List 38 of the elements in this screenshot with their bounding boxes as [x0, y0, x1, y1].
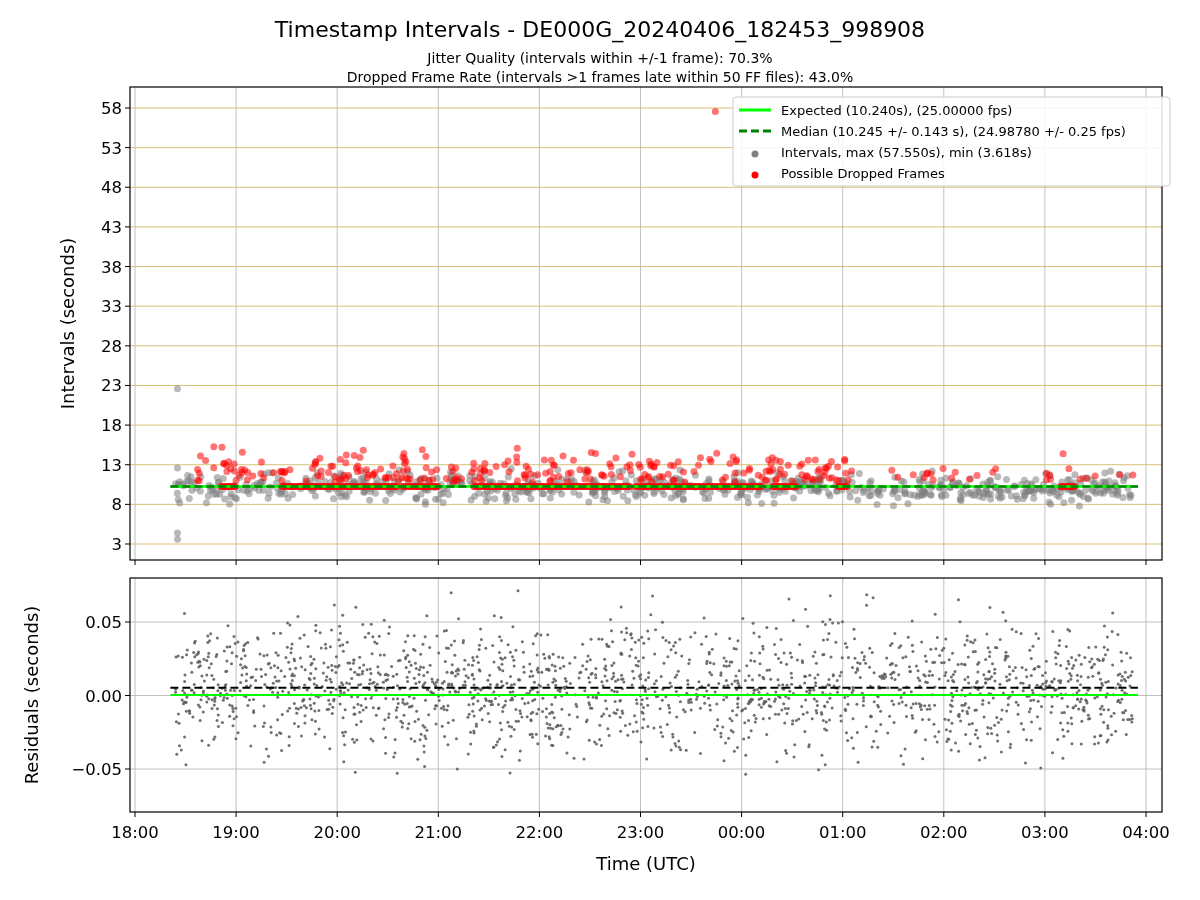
y-tick-label: −0.05: [71, 760, 122, 779]
y-tick-label: 3: [111, 535, 122, 554]
y-axis-label: Intervals (seconds): [57, 237, 78, 410]
legend-label: Median (10.245 +/- 0.143 s), (24.98780 +/- 0.25 fps): [781, 124, 1126, 139]
y-axis-label: Residuals (seconds): [21, 605, 42, 785]
y-tick-label: 18: [101, 416, 122, 436]
x-tick-label: 20:00: [313, 823, 361, 842]
y-tick-label: 38: [101, 257, 122, 277]
legend-label: Intervals, max (57.550s), min (3.618s): [781, 145, 1032, 160]
y-tick-label: 28: [101, 336, 122, 356]
x-tick-label: 01:00: [818, 823, 867, 842]
x-tick-label: 23:00: [616, 823, 665, 842]
x-tick-label: 03:00: [1021, 823, 1069, 842]
x-tick-label: 00:00: [717, 823, 766, 842]
y-tick-label: 8: [111, 495, 122, 515]
y-tick-label: 43: [101, 217, 122, 237]
legend-label: Possible Dropped Frames: [781, 166, 945, 181]
y-tick-label: 53: [101, 138, 122, 158]
outlier-point: [173, 385, 181, 393]
x-tick-label: 19:00: [212, 823, 260, 842]
x-tick-label: 21:00: [414, 823, 463, 842]
x-tick-label: 02:00: [920, 823, 968, 842]
x-axis-label: Time (UTC): [596, 853, 696, 874]
outlier-point: [711, 108, 719, 116]
figure-subtitle: Jitter Quality (intervals within +/-1 frame): 70.3%: [427, 50, 773, 66]
x-tick-label: 04:00: [1122, 823, 1170, 842]
y-tick-label: 58: [101, 99, 122, 118]
y-tick-label: 0.05: [85, 613, 122, 632]
y-tick-label: 33: [101, 297, 122, 317]
legend-label: Expected (10.240s), (25.00000 fps): [781, 103, 1013, 118]
y-tick-label: 0.00: [85, 686, 122, 706]
y-tick-label: 13: [101, 455, 122, 475]
figure-subtitle: Dropped Frame Rate (intervals >1 frames late within 50 FF files): 43.0%: [346, 69, 854, 85]
y-tick-label: 23: [101, 376, 122, 396]
x-tick-label: 22:00: [515, 823, 564, 842]
figure-title: Timestamp Intervals - DE000G_20240406_182453_998908: [274, 17, 926, 42]
x-tick-label: 18:00: [111, 823, 159, 842]
y-tick-label: 48: [101, 178, 122, 198]
